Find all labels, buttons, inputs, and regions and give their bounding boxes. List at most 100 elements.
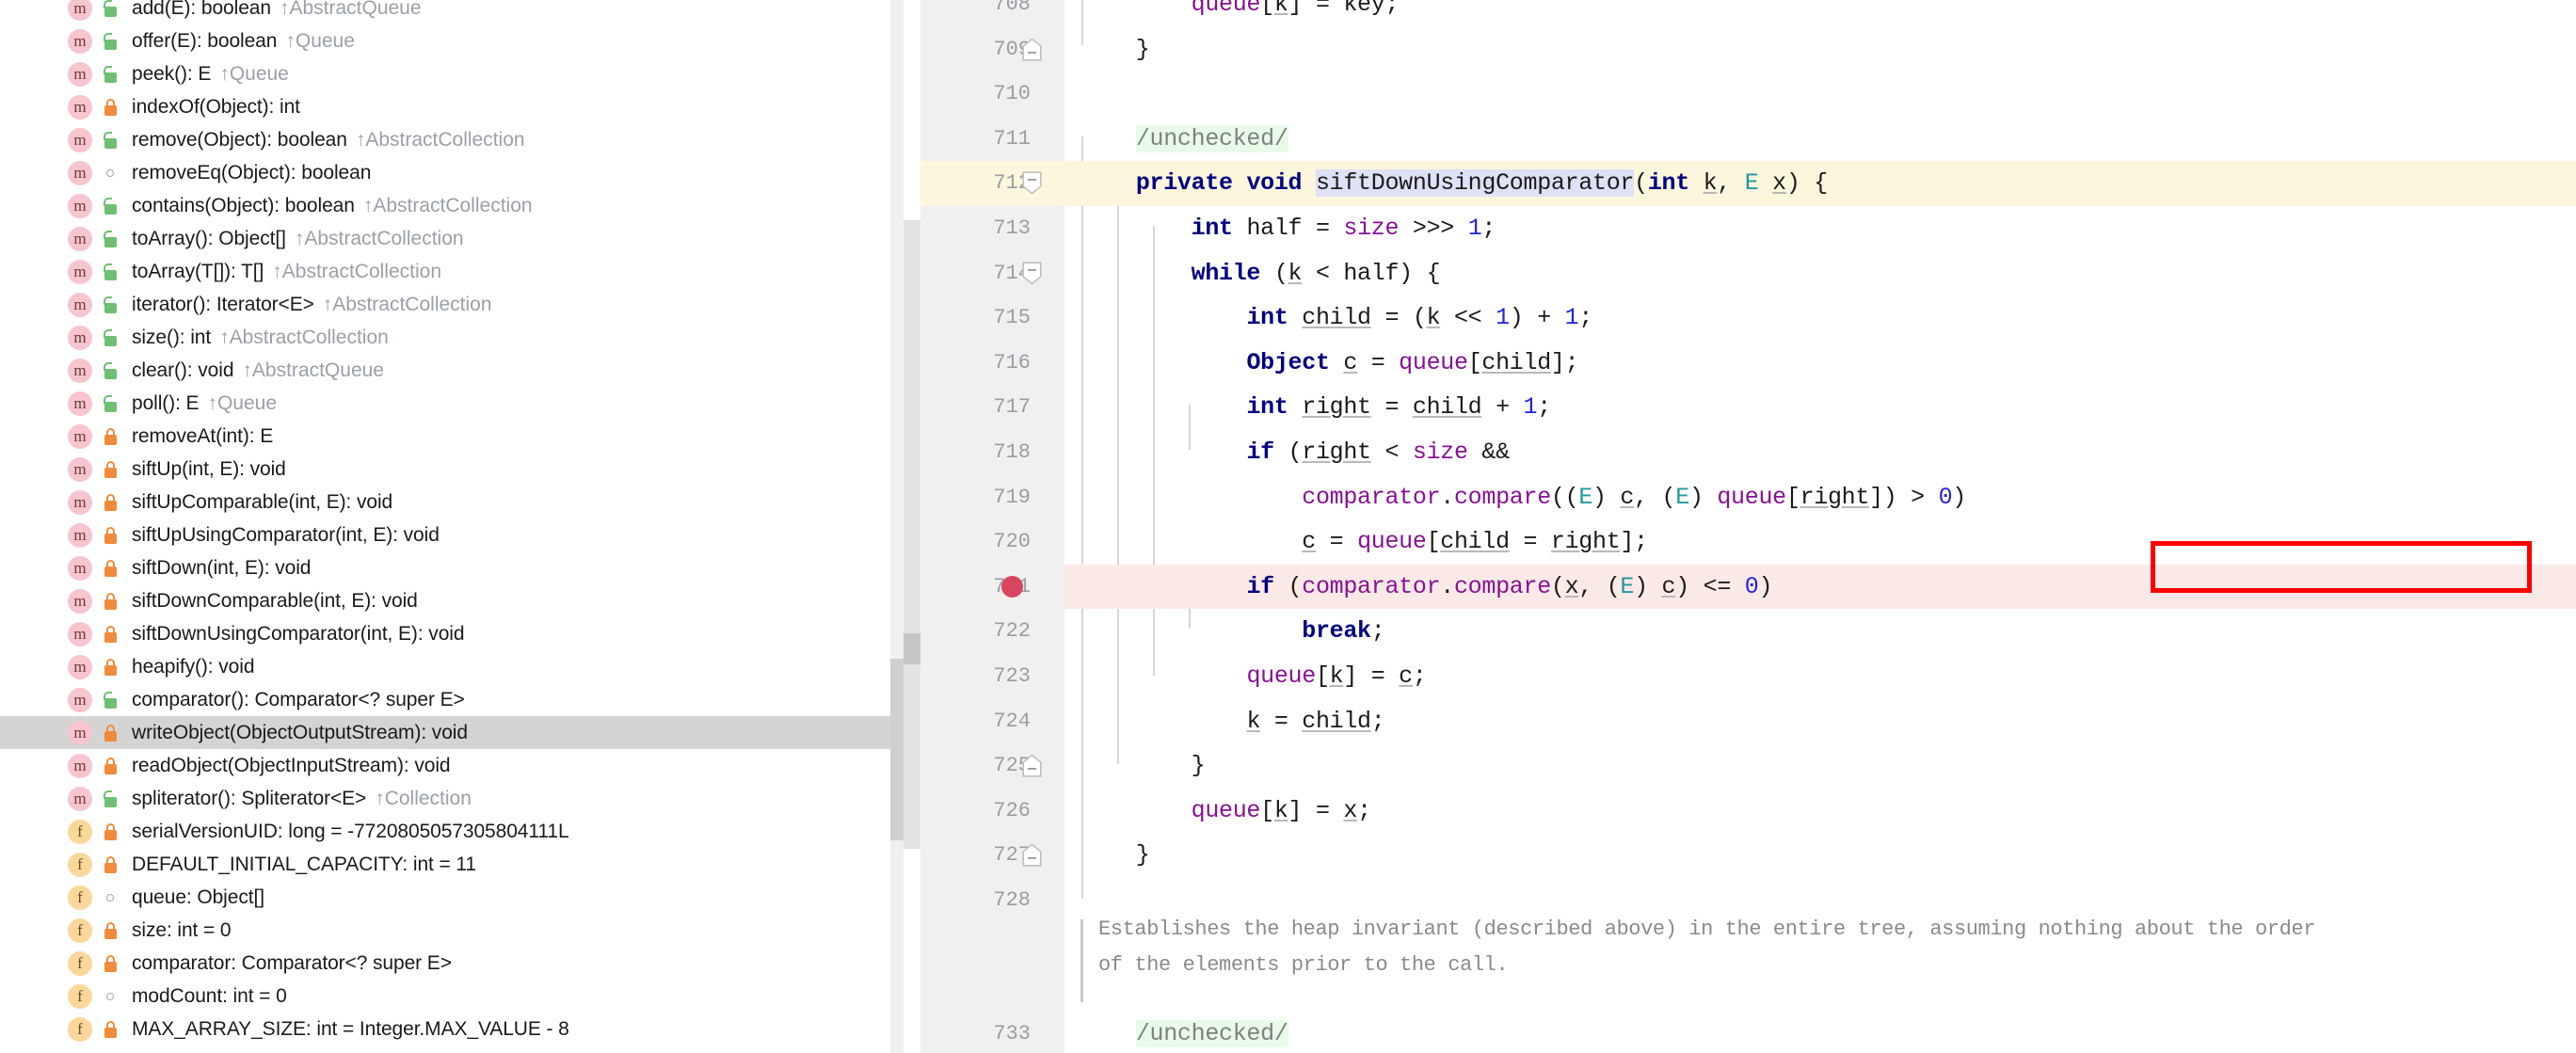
public-unlocked-icon (100, 787, 122, 811)
structure-row-label: MAX_ARRAY_SIZE: int = Integer.MAX_VALUE … (132, 1017, 569, 1040)
code-line[interactable]: k = child; (1064, 699, 1384, 744)
public-unlocked-icon (100, 0, 122, 21)
structure-row[interactable]: m readObject(ObjectInputStream): void (0, 749, 904, 782)
structure-row-label: modCount: int = 0 (132, 984, 287, 1007)
code-fold-toggle-icon[interactable] (1022, 843, 1042, 867)
structure-row[interactable]: m indexOf(Object): int (0, 90, 904, 123)
private-lock-icon (100, 1017, 122, 1042)
editor-scrollbar-thumb[interactable] (904, 220, 920, 849)
structure-row-label: removeEq(Object): boolean (132, 161, 372, 183)
code-line[interactable]: queue[k] = c; (1064, 654, 1426, 699)
code-line[interactable]: break; (1064, 609, 1385, 654)
method-badge-icon: m (68, 259, 92, 284)
code-line[interactable]: c = queue[child = right]; (1064, 519, 1648, 565)
structure-row[interactable]: m toArray(T[]): T[] ↑AbstractCollection (0, 255, 904, 288)
structure-row[interactable]: m size(): int ↑AbstractCollection (0, 321, 904, 354)
structure-row-label: add(E): boolean (132, 0, 271, 19)
structure-row[interactable]: m contains(Object): boolean ↑AbstractColle… (0, 189, 904, 222)
structure-scrollbar-thumb[interactable] (890, 659, 904, 840)
code-line[interactable]: int half = size >>> 1; (1064, 206, 1496, 251)
structure-row-label: poll(): E (132, 391, 200, 414)
code-content-area[interactable]: queue[k] = key; } /unchecked/ private vo… (1064, 0, 2576, 1053)
public-unlocked-icon (100, 688, 122, 712)
code-line-text: int right = child + 1; (1246, 393, 1551, 422)
structure-row[interactable]: m writeObject(ObjectOutputStream): void (0, 716, 904, 749)
field-badge-icon: f (68, 885, 92, 910)
structure-row[interactable]: m removeAt(int): E (0, 420, 904, 453)
public-unlocked-icon (100, 194, 122, 218)
method-badge-icon: m (68, 61, 92, 87)
structure-row[interactable]: m offer(E): boolean ↑Queue (0, 24, 904, 57)
code-line[interactable]: while (k < half) { (1064, 251, 1441, 296)
structure-row[interactable]: m removeEq(Object): boolean (0, 156, 904, 189)
structure-row-origin: ↑AbstractQueue (279, 0, 422, 19)
structure-row-label: contains(Object): boolean (132, 194, 355, 216)
code-line[interactable]: Object c = queue[child]; (1064, 341, 1578, 386)
structure-row[interactable]: m heapify(): void (0, 650, 904, 683)
structure-row[interactable]: m siftDownUsingComparator(int, E): void (0, 617, 904, 650)
field-badge-icon: f (68, 852, 92, 877)
code-line[interactable]: /unchecked/ (1064, 117, 1288, 162)
method-badge-icon: m (68, 456, 92, 482)
editor-vertical-scrollbar[interactable] (904, 0, 920, 1053)
structure-row[interactable]: m siftUpUsingComparator(int, E): void (0, 519, 904, 551)
structure-row[interactable]: f modCount: int = 0 (0, 980, 904, 1013)
structure-row[interactable]: m poll(): E ↑Queue (0, 387, 904, 420)
structure-row[interactable]: m comparator(): Comparator<? super E> (0, 683, 904, 716)
private-lock-icon (100, 853, 122, 877)
structure-row[interactable]: m siftUp(int, E): void (0, 453, 904, 486)
structure-row[interactable]: m siftDownComparable(int, E): void (0, 584, 904, 617)
structure-row[interactable]: m add(E): boolean ↑AbstractQueue (0, 0, 904, 24)
code-fold-toggle-icon[interactable] (1022, 754, 1042, 777)
field-badge-icon: f (68, 1016, 92, 1042)
structure-row-label: writeObject(ObjectOutputStream): void (132, 721, 468, 743)
structure-row[interactable]: m spliterator(): Spliterator<E> ↑Collectio… (0, 782, 904, 815)
structure-row[interactable]: m siftDown(int, E): void (0, 551, 904, 584)
structure-row[interactable]: m toArray(): Object[] ↑AbstractCollection (0, 222, 904, 255)
method-badge-icon: m (68, 687, 92, 712)
code-fold-toggle-icon[interactable] (1022, 171, 1042, 195)
doc-comment-line-1: Establishes the heap invariant (describe… (1098, 917, 2316, 941)
method-badge-icon: m (68, 0, 92, 21)
code-line[interactable]: } (1064, 833, 1150, 878)
code-line[interactable]: queue[k] = x; (1064, 789, 1371, 834)
structure-row-label: toArray(T[]): T[] (132, 260, 264, 282)
code-line-text: break; (1302, 617, 1385, 646)
code-line[interactable] (1064, 878, 1080, 923)
structure-scrollbar-track[interactable] (890, 0, 904, 1053)
code-editor[interactable]: 708 709 710 711 712 713 714 715 716 717 718 719 720 7… (904, 0, 2576, 1053)
ide-window: m add(E): boolean ↑AbstractQueue m offer(E):… (0, 0, 2576, 1053)
method-badge-icon: m (68, 358, 92, 383)
structure-row[interactable]: m remove(Object): boolean ↑AbstractCollect… (0, 123, 904, 156)
structure-row[interactable]: f DEFAULT_INITIAL_CAPACITY: int = 11 (0, 848, 904, 881)
code-line[interactable]: int right = child + 1; (1064, 385, 1551, 430)
structure-row[interactable]: m clear(): void ↑AbstractQueue (0, 354, 904, 387)
code-line[interactable]: } (1064, 743, 1206, 789)
structure-row[interactable]: f MAX_ARRAY_SIZE: int = Integer.MAX_VALUE… (0, 1013, 904, 1045)
structure-row[interactable]: f queue: Object[] (0, 881, 904, 914)
code-fold-toggle-icon[interactable] (1022, 261, 1042, 285)
public-unlocked-icon (100, 227, 122, 251)
structure-row[interactable]: m iterator(): Iterator<E> ↑AbstractCollect… (0, 288, 904, 321)
structure-row[interactable]: f serialVersionUID: long = -7720805057305… (0, 815, 904, 848)
line-number: 715 (993, 306, 1031, 330)
code-line[interactable]: int child = (k << 1) + 1; (1064, 295, 1592, 341)
code-line[interactable]: /unchecked/ (1064, 1012, 1288, 1053)
code-line[interactable]: if (comparator.compare(x, (E) c) <= 0) (1064, 564, 2576, 610)
breakpoint-icon[interactable] (1001, 575, 1023, 598)
code-line[interactable] (1064, 72, 1080, 117)
code-line[interactable]: if (right < size && (1064, 430, 1510, 475)
structure-row[interactable]: m siftUpComparable(int, E): void (0, 486, 904, 519)
code-line[interactable]: } (1064, 27, 1150, 72)
structure-row[interactable]: f size: int = 0 (0, 914, 904, 947)
method-badge-icon: m (68, 423, 92, 449)
structure-row[interactable]: f comparator: Comparator<? super E> (0, 947, 904, 980)
structure-row-label: siftDown(int, E): void (132, 556, 312, 579)
code-line[interactable]: private void siftDownUsingComparator(int… (1064, 161, 2576, 206)
structure-row[interactable]: m peek(): E ↑Queue (0, 57, 904, 90)
line-number: 708 (993, 0, 1031, 16)
code-line[interactable]: queue[k] = key; (1064, 0, 1400, 27)
code-line[interactable]: comparator.compare((E) c, (E) queue[righ… (1064, 475, 1966, 520)
editor-gutter[interactable]: 708 709 710 711 712 713 714 715 716 717 718 719 720 7… (920, 0, 1064, 1053)
code-fold-toggle-icon[interactable] (1022, 38, 1042, 61)
